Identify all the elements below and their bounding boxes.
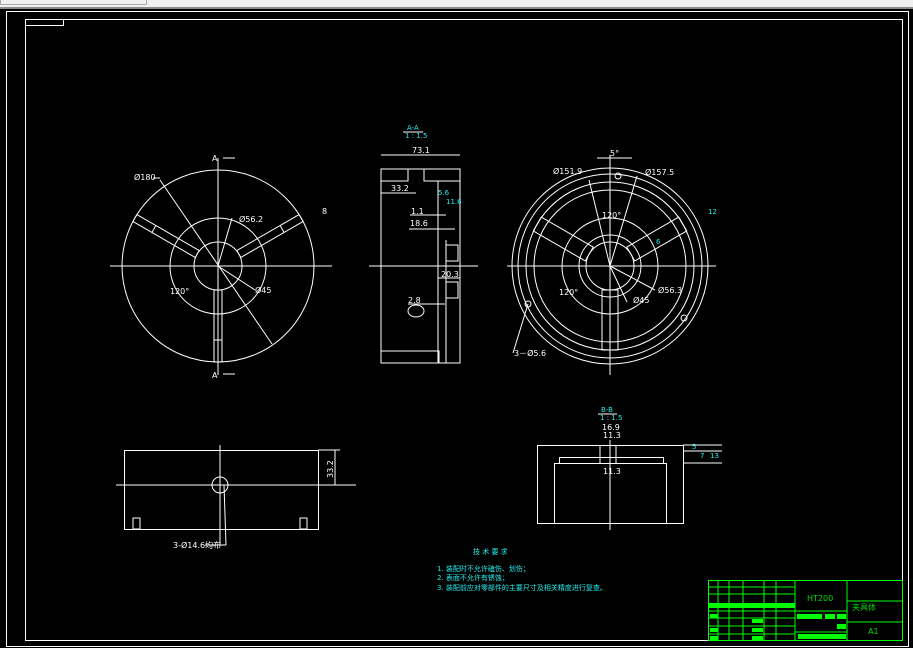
dim-bb-d6: 13 bbox=[710, 452, 719, 460]
dim-rear-slot: 12 bbox=[708, 208, 717, 216]
title-material: HT200 bbox=[807, 594, 833, 603]
dim-bb-d4: 5 bbox=[692, 443, 696, 451]
section-aa-title: A-A bbox=[407, 124, 419, 132]
section-bb-view: B-B 1 : 1.5 16.9 11.3 11.3 5 7 13 bbox=[537, 406, 722, 530]
dim-aa-d2: 5.6 bbox=[438, 189, 450, 197]
rear-view: 5° Ø151.9 Ø157.5 120° 120° Ø56.3 Ø45 3－Ø… bbox=[507, 149, 717, 375]
title-part-name: 夹具体 bbox=[852, 602, 876, 612]
dim-aa-d1: 33.2 bbox=[391, 184, 409, 193]
note-3: 3. 装配前应对零部件的主要尺寸及相关精度进行复查。 bbox=[437, 583, 607, 592]
section-mark-a-bottom: A bbox=[212, 371, 218, 380]
side-holes-note: 3-Ø14.6均布 bbox=[173, 540, 221, 550]
dim-aa-d6: 20.3 bbox=[441, 270, 459, 279]
front-view: A A Ø180 Ø56.2 Ø45 120° 8 bbox=[110, 154, 332, 380]
dim-aa-d3: 11.6 bbox=[446, 198, 462, 206]
dim-bb-d2: 11.3 bbox=[603, 431, 621, 440]
title-sheet-size: A1 bbox=[868, 627, 879, 636]
dim-rear-dia1: Ø151.9 bbox=[553, 166, 582, 176]
dim-rear-dia3: Ø56.3 bbox=[658, 285, 682, 295]
dim-front-angle: 120° bbox=[170, 287, 189, 296]
dim-aa-width: 73.1 bbox=[412, 146, 430, 155]
dim-front-outer: Ø180 bbox=[134, 172, 156, 182]
dim-aa-d7: 2.8 bbox=[408, 296, 421, 305]
dim-bb-d5: 7 bbox=[700, 452, 704, 460]
dim-bb-d3: 11.3 bbox=[603, 467, 621, 476]
dim-rear-angle2: 120° bbox=[559, 288, 578, 297]
dim-rear-angle-top: 5° bbox=[610, 149, 619, 158]
section-bb-title: B-B bbox=[601, 406, 613, 414]
drawing-tab[interactable] bbox=[0, 0, 147, 5]
outer-frame bbox=[6, 11, 909, 647]
section-aa-scale: 1 : 1.5 bbox=[405, 132, 427, 140]
section-mark-a-top: A bbox=[212, 154, 218, 163]
dim-aa-d5: 18.6 bbox=[410, 219, 428, 228]
dim-side-height: 33.2 bbox=[326, 460, 335, 478]
dim-front-inner: Ø56.2 bbox=[239, 214, 263, 224]
corner-label-box bbox=[25, 19, 64, 26]
technical-notes: 技 术 要 求 1. 装配时不允许磕伤、划伤； 2. 表面不允许有锈蚀； 3. … bbox=[437, 547, 607, 592]
title-block: HT200 夹具体 A1 bbox=[708, 580, 903, 641]
dim-front-bore: Ø45 bbox=[255, 285, 271, 295]
dim-rear-angle1: 120° bbox=[602, 211, 621, 220]
note-2: 2. 表面不允许有锈蚀； bbox=[437, 573, 509, 582]
dim-aa-d4: 1.1 bbox=[411, 207, 424, 216]
section-bb-scale: 1 : 1.5 bbox=[600, 414, 622, 422]
notes-title: 技 术 要 求 bbox=[473, 547, 508, 556]
cad-drawing-canvas[interactable]: A A Ø180 Ø56.2 Ø45 120° 8 A-A 1 : 1.5 73… bbox=[0, 9, 913, 648]
side-view: 33.2 3-Ø14.6均布 bbox=[116, 445, 356, 550]
dim-rear-slot2: 6 bbox=[656, 238, 661, 246]
note-1: 1. 装配时不允许磕伤、划伤； bbox=[437, 564, 530, 573]
dim-front-slot: 8 bbox=[322, 207, 327, 216]
dim-rear-dia4: Ø45 bbox=[633, 295, 649, 305]
dim-rear-holes: 3－Ø5.6 bbox=[514, 348, 546, 358]
section-aa-view: A-A 1 : 1.5 73.1 33.2 5.6 11.6 1.1 18.6 … bbox=[369, 124, 478, 364]
window-top-bar bbox=[0, 0, 913, 7]
dim-rear-dia2: Ø157.5 bbox=[645, 167, 674, 177]
inner-frame bbox=[25, 19, 903, 641]
